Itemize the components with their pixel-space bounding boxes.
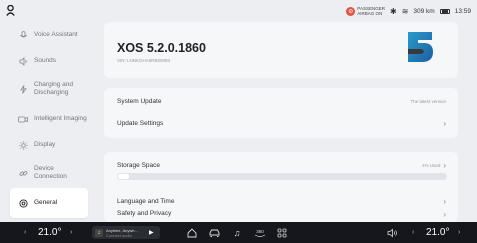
xpeng-logo-icon: [408, 32, 433, 62]
media-widget[interactable]: ♫ Anytime, Anywh... Connect audio ▶: [92, 226, 160, 239]
sidebar-item-label: Display: [34, 141, 56, 148]
range-text: 309 km: [413, 7, 435, 15]
sidebar-item-label: Charging and Discharging: [34, 81, 74, 96]
link-icon: [18, 168, 28, 178]
media-subtitle: Connect audio: [106, 232, 132, 238]
sidebar-item-label: Intelligent Imaging: [34, 115, 87, 122]
apps-grid-icon[interactable]: [276, 227, 288, 238]
volume-icon[interactable]: [386, 227, 398, 238]
clock: 13:59: [454, 7, 471, 15]
sidebar-item-label: Voice Assistant: [34, 31, 78, 38]
wifi-icon: ≋: [401, 6, 409, 16]
right-temp-increase[interactable]: ›: [458, 222, 460, 243]
left-temperature[interactable]: 21.0°: [38, 222, 61, 243]
status-bar: ⊘ PASSENGER AIRBAG ON ✱ ≋ 309 km 13:59: [0, 0, 477, 22]
airbag-indicator: ⊘ PASSENGER AIRBAG ON: [346, 6, 385, 16]
os-version: XOS 5.2.0.1860: [117, 41, 206, 55]
system-update-row[interactable]: System Update The latest version: [117, 90, 446, 112]
vin-number: VIN: LNNKGHA9RB00083: [117, 58, 171, 63]
right-temperature[interactable]: 21.0°: [426, 222, 449, 243]
left-temp-decrease[interactable]: ‹: [24, 222, 26, 243]
storage-label: Storage Space: [117, 161, 161, 169]
battery-icon: [439, 8, 450, 14]
sidebar-item-sounds[interactable]: Sounds: [10, 46, 88, 76]
sidebar-item-general[interactable]: General: [10, 188, 88, 218]
system-update-status: The latest version: [410, 98, 446, 104]
music-icon[interactable]: ♫: [231, 227, 243, 238]
version-card: XOS 5.2.0.1860 VIN: LNNKGHA9RB00083: [104, 22, 458, 78]
system-update-label: System Update: [117, 97, 162, 105]
speaker-icon: [18, 56, 28, 66]
sidebar-item-display[interactable]: Display: [10, 130, 88, 160]
safety-privacy-label: Safety and Privacy: [117, 210, 172, 217]
airbag-icon: ⊘: [346, 6, 356, 16]
svg-text:360: 360: [256, 229, 264, 234]
language-time-label: Language and Time: [117, 197, 175, 205]
settings-sidebar: Voice Assistant Sounds Charging and Disc…: [10, 20, 90, 220]
sidebar-item-label: General: [34, 199, 58, 206]
storage-card: Storage Space 4% Used › Language and Tim…: [104, 152, 458, 222]
user-profile-icon[interactable]: [6, 5, 15, 16]
play-icon[interactable]: ▶: [149, 229, 154, 236]
storage-progress-fill: [117, 173, 131, 180]
bluetooth-icon: ✱: [389, 6, 397, 16]
left-temp-increase[interactable]: ›: [70, 222, 72, 243]
sidebar-item-label: Device Connection: [34, 165, 67, 180]
sidebar-item-label: Sounds: [34, 57, 57, 64]
camera-360-icon[interactable]: 360: [254, 227, 266, 238]
sidebar-item-device-connection[interactable]: Device Connection: [10, 158, 88, 188]
language-time-row[interactable]: Language and Time ›: [117, 190, 446, 212]
bottom-dock: ‹ 21.0° › ♫ Anytime, Anywh... Connect au…: [0, 222, 477, 243]
charging-icon: [18, 84, 28, 94]
car-icon[interactable]: [208, 227, 220, 238]
gear-icon: [18, 198, 28, 208]
chevron-right-icon: ›: [443, 196, 446, 206]
safety-privacy-row[interactable]: Safety and Privacy ›: [117, 210, 446, 222]
chevron-right-icon: ›: [443, 118, 446, 128]
right-temp-decrease[interactable]: ‹: [412, 222, 414, 243]
chevron-right-icon: ›: [443, 160, 446, 170]
storage-used-text: 4% Used: [422, 162, 441, 168]
chevron-right-icon: ›: [443, 210, 446, 219]
home-icon[interactable]: [186, 227, 198, 238]
sidebar-item-charging[interactable]: Charging and Discharging: [10, 74, 88, 104]
update-settings-label: Update Settings: [117, 119, 164, 127]
update-settings-row[interactable]: Update Settings ›: [117, 112, 446, 134]
brightness-icon: [18, 140, 28, 150]
storage-progress-bar: [117, 173, 447, 180]
camera-icon: [18, 114, 28, 124]
airbag-line2: AIRBAG ON: [357, 11, 383, 16]
voice-assistant-icon: [18, 30, 28, 40]
music-note-icon: ♫: [95, 228, 103, 237]
update-card: System Update The latest version Update …: [104, 88, 458, 138]
